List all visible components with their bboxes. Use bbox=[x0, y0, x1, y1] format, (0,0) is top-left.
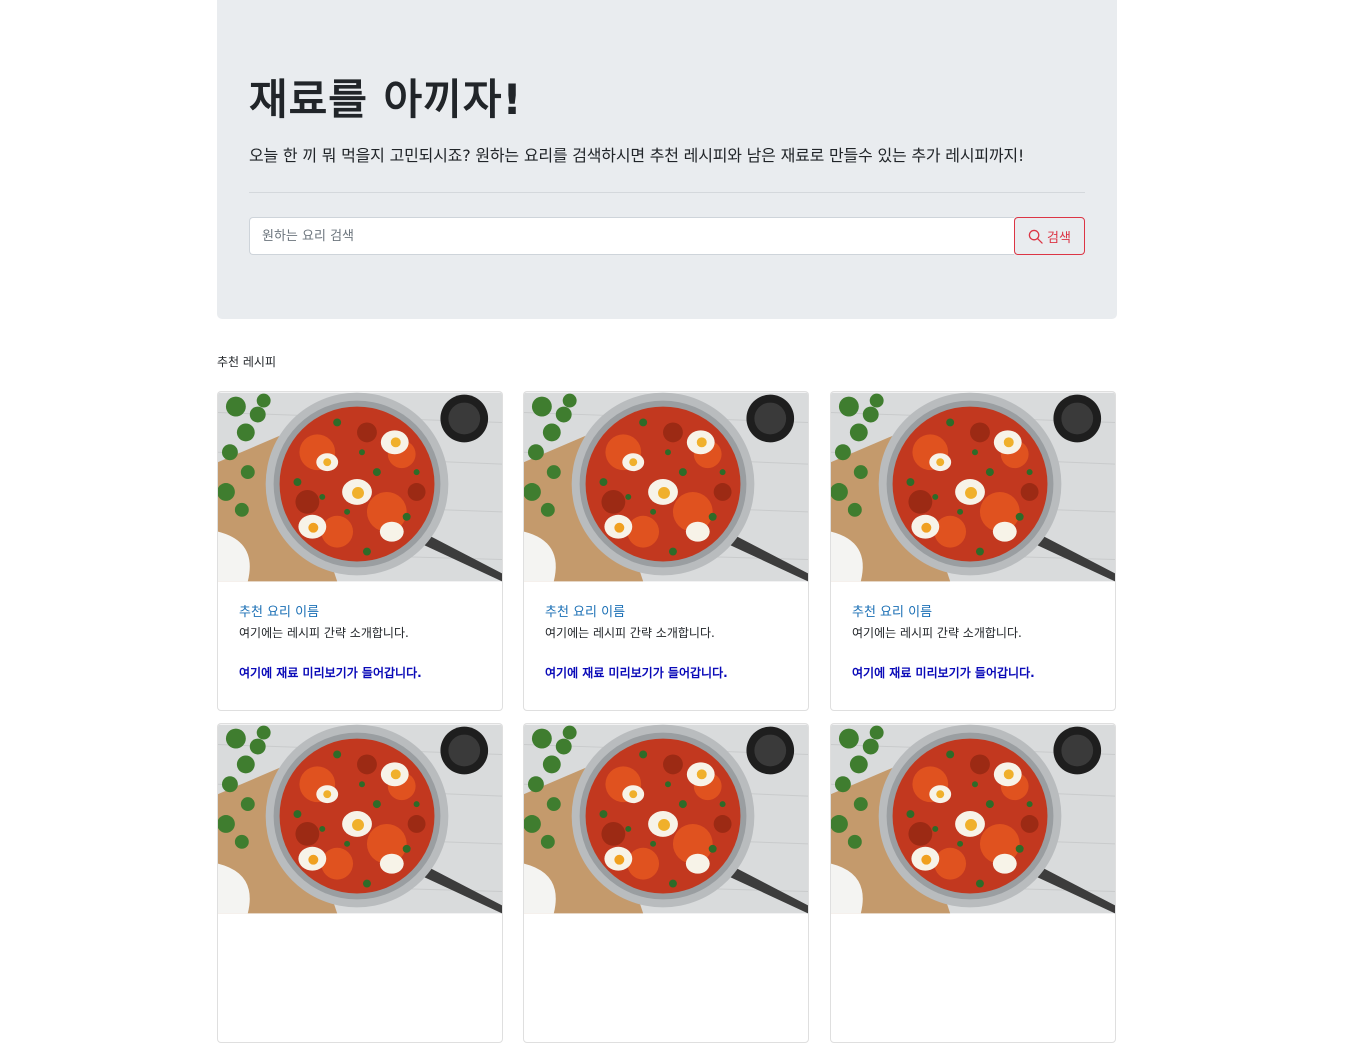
recipe-card[interactable]: 추천 요리 이름 여기에는 레시피 간략 소개합니다. 여기에 재료 미리보기가… bbox=[523, 391, 809, 711]
card-body: 추천 요리 이름 여기에는 레시피 간략 소개합니다. 여기에 재료 미리보기가… bbox=[239, 602, 490, 682]
recipe-card-description: 여기에는 레시피 간략 소개합니다. bbox=[545, 626, 715, 640]
recipe-card-description: 여기에는 레시피 간략 소개합니다. bbox=[852, 626, 1022, 640]
shakshuka-pan-image bbox=[831, 392, 1115, 582]
hero-lead-text: 오늘 한 끼 뭐 먹을지 고민되시죠? 원하는 요리를 검색하시면 추천 레시피… bbox=[249, 146, 1025, 165]
card-body: 추천 요리 이름 여기에는 레시피 간략 소개합니다. 여기에 재료 미리보기가… bbox=[852, 602, 1103, 682]
recipe-card[interactable]: 추천 요리 이름 여기에는 레시피 간략 소개합니다. 여기에 재료 미리보기가… bbox=[830, 391, 1116, 711]
hero-divider bbox=[249, 192, 1085, 193]
card-body: 추천 요리 이름 여기에는 레시피 간략 소개합니다. 여기에 재료 미리보기가… bbox=[545, 602, 796, 682]
hero-banner: 재료를 아끼자! 오늘 한 끼 뭐 먹을지 고민되시죠? 원하는 요리를 검색하… bbox=[217, 0, 1117, 319]
recipe-card[interactable] bbox=[830, 723, 1116, 1043]
recipe-card-title[interactable]: 추천 요리 이름 bbox=[852, 602, 1103, 624]
search-button[interactable]: 검색 bbox=[1014, 217, 1085, 255]
recommend-section-title: 추천 레시피 bbox=[217, 355, 277, 369]
page-title: 재료를 아끼자! bbox=[249, 75, 523, 124]
search-button-label: 검색 bbox=[1047, 230, 1071, 246]
search-input[interactable] bbox=[249, 217, 1014, 255]
shakshuka-pan-image bbox=[218, 392, 502, 582]
recipe-card-title[interactable]: 추천 요리 이름 bbox=[239, 602, 490, 624]
recipe-card-title[interactable]: 추천 요리 이름 bbox=[545, 602, 796, 624]
main-container: 재료를 아끼자! 오늘 한 끼 뭐 먹을지 고민되시죠? 원하는 요리를 검색하… bbox=[217, 0, 1117, 1043]
recipe-card-description: 여기에는 레시피 간략 소개합니다. bbox=[239, 626, 409, 640]
shakshuka-pan-image bbox=[524, 392, 808, 582]
recipe-card-ingredients: 여기에 재료 미리보기가 들어갑니다. bbox=[239, 666, 422, 680]
recipe-card[interactable] bbox=[523, 723, 809, 1043]
search-form: 검색 bbox=[249, 217, 1085, 255]
shakshuka-pan-image bbox=[218, 724, 502, 914]
recipe-card-ingredients: 여기에 재료 미리보기가 들어갑니다. bbox=[545, 666, 728, 680]
shakshuka-pan-image bbox=[831, 724, 1115, 914]
recipe-card[interactable]: 추천 요리 이름 여기에는 레시피 간략 소개합니다. 여기에 재료 미리보기가… bbox=[217, 391, 503, 711]
shakshuka-pan-image bbox=[524, 724, 808, 914]
recipe-card[interactable] bbox=[217, 723, 503, 1043]
search-icon bbox=[1028, 229, 1043, 244]
recipe-card-ingredients: 여기에 재료 미리보기가 들어갑니다. bbox=[852, 666, 1035, 680]
